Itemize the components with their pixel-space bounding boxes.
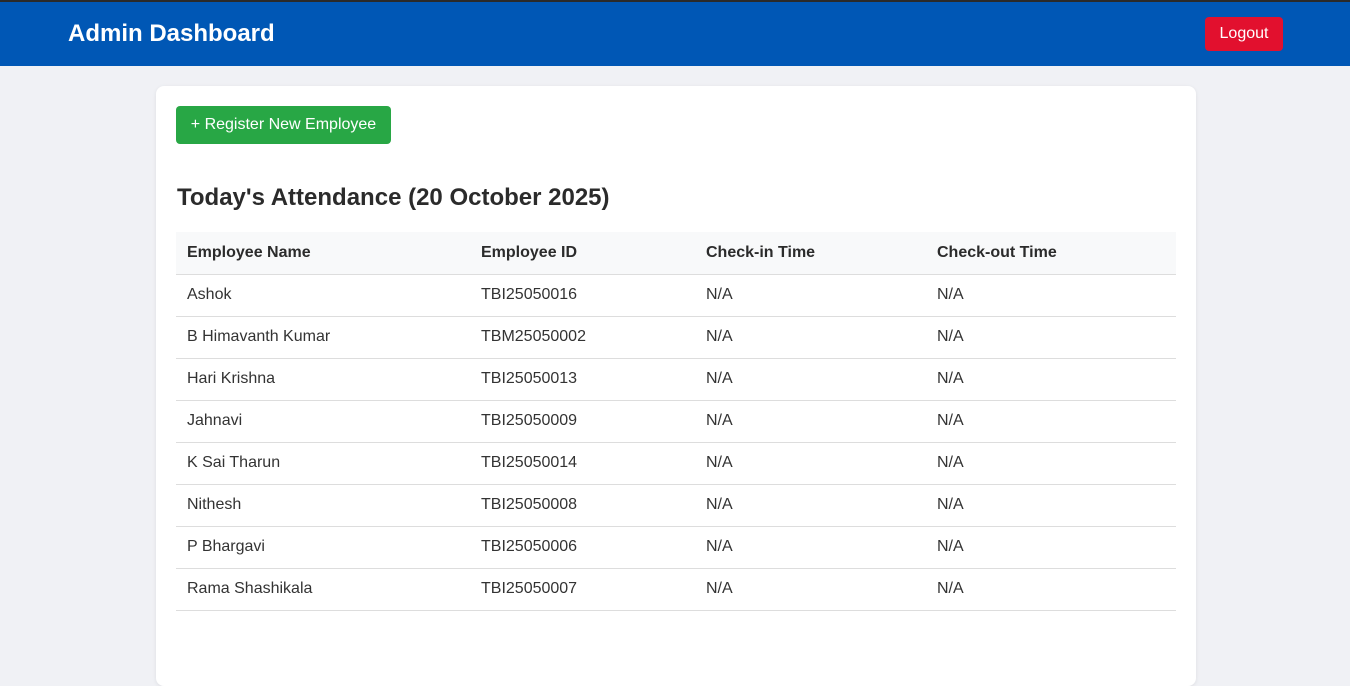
check-in-cell: N/A xyxy=(695,526,926,569)
check-out-cell: N/A xyxy=(926,568,1176,611)
table-row: Hari Krishna TBI25050013 N/A N/A xyxy=(176,358,1176,401)
check-in-cell: N/A xyxy=(695,316,926,359)
employee-name-cell: K Sai Tharun xyxy=(176,442,470,485)
check-in-cell: N/A xyxy=(695,274,926,317)
check-in-cell: N/A xyxy=(695,358,926,401)
check-in-cell: N/A xyxy=(695,442,926,485)
employee-id-cell: TBI25050016 xyxy=(470,274,695,317)
table-row: Ashok TBI25050016 N/A N/A xyxy=(176,274,1176,317)
app-title: Admin Dashboard xyxy=(68,20,275,47)
employee-id-cell: TBI25050013 xyxy=(470,358,695,401)
employee-id-cell: TBM25050002 xyxy=(470,316,695,359)
table-row: B Himavanth Kumar TBM25050002 N/A N/A xyxy=(176,316,1176,359)
employee-name-cell: Ashok xyxy=(176,274,470,317)
check-out-cell: N/A xyxy=(926,442,1176,485)
check-out-cell: N/A xyxy=(926,484,1176,527)
employee-name-cell: Rama Shashikala xyxy=(176,568,470,611)
check-in-cell: N/A xyxy=(695,484,926,527)
employee-name-cell: Jahnavi xyxy=(176,400,470,443)
top-header-bar: Admin Dashboard Logout xyxy=(0,0,1350,66)
main-card: + Register New Employee Today's Attendan… xyxy=(156,86,1196,686)
employee-id-cell: TBI25050007 xyxy=(470,568,695,611)
register-new-employee-button[interactable]: + Register New Employee xyxy=(176,106,391,144)
table-row: Nithesh TBI25050008 N/A N/A xyxy=(176,484,1176,527)
attendance-table: Employee Name Employee ID Check-in Time … xyxy=(176,232,1176,611)
employee-name-cell: P Bhargavi xyxy=(176,526,470,569)
check-out-cell: N/A xyxy=(926,274,1176,317)
employee-name-cell: Hari Krishna xyxy=(176,358,470,401)
table-header-row: Employee Name Employee ID Check-in Time … xyxy=(176,232,1176,275)
employee-id-cell: TBI25050006 xyxy=(470,526,695,569)
table-row: P Bhargavi TBI25050006 N/A N/A xyxy=(176,526,1176,569)
table-row: Jahnavi TBI25050009 N/A N/A xyxy=(176,400,1176,443)
employee-name-cell: B Himavanth Kumar xyxy=(176,316,470,359)
logout-button[interactable]: Logout xyxy=(1205,17,1283,51)
employee-id-cell: TBI25050014 xyxy=(470,442,695,485)
table-row: K Sai Tharun TBI25050014 N/A N/A xyxy=(176,442,1176,485)
check-out-cell: N/A xyxy=(926,526,1176,569)
column-header-employee-id: Employee ID xyxy=(470,232,695,275)
column-header-employee-name: Employee Name xyxy=(176,232,470,275)
employee-id-cell: TBI25050009 xyxy=(470,400,695,443)
employee-name-cell: Nithesh xyxy=(176,484,470,527)
check-out-cell: N/A xyxy=(926,400,1176,443)
check-in-cell: N/A xyxy=(695,400,926,443)
column-header-check-in-time: Check-in Time xyxy=(695,232,926,275)
check-in-cell: N/A xyxy=(695,568,926,611)
table-row: Rama Shashikala TBI25050007 N/A N/A xyxy=(176,568,1176,611)
attendance-title: Today's Attendance (20 October 2025) xyxy=(177,184,610,211)
column-header-check-out-time: Check-out Time xyxy=(926,232,1176,275)
check-out-cell: N/A xyxy=(926,358,1176,401)
employee-id-cell: TBI25050008 xyxy=(470,484,695,527)
check-out-cell: N/A xyxy=(926,316,1176,359)
